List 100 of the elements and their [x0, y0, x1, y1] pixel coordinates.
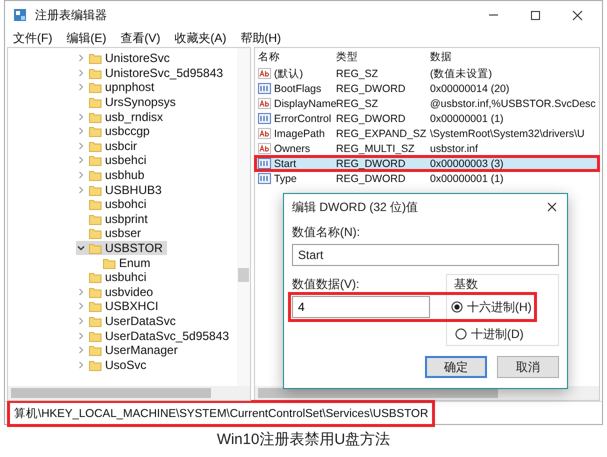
- value-row[interactable]: BootFlags REG_DWORD 0x00000014 (20): [255, 81, 599, 96]
- tree-item[interactable]: UserDataSvc: [76, 314, 180, 328]
- radio-option[interactable]: 十进制(D): [455, 322, 524, 346]
- tree-item[interactable]: UsoSvc: [76, 357, 150, 372]
- value-name: Type: [274, 172, 297, 184]
- tree-item-label: UnistoreSvc_5d95843: [105, 66, 224, 80]
- tree-item-label: usbehci: [105, 153, 146, 168]
- value-name: ErrorControl: [274, 112, 332, 124]
- scroll-thumb[interactable]: [258, 388, 498, 398]
- value-type: REG_SZ: [336, 98, 380, 110]
- window-title: 注册表编辑器: [35, 6, 107, 24]
- value-data: (数值未设置): [430, 66, 493, 80]
- folder-icon: [89, 242, 102, 254]
- tree-item[interactable]: USBHUB3: [76, 182, 166, 197]
- value-name: Owners: [274, 142, 310, 154]
- value-data: 0x00000003 (3): [430, 158, 505, 170]
- column-header[interactable]: 类型: [336, 50, 430, 64]
- folder-icon: [89, 271, 102, 284]
- menu-item[interactable]: 帮助(H): [238, 30, 283, 46]
- tree-item[interactable]: usbser: [76, 226, 146, 241]
- value-name: BootFlags: [274, 82, 322, 94]
- ok-button[interactable]: 确定: [425, 356, 487, 378]
- tree-item-label: UrsSynopsys: [105, 95, 176, 110]
- folder-icon: [89, 286, 102, 298]
- tree-item-label: UserManager: [105, 343, 178, 358]
- tree-item[interactable]: USBSTOR: [76, 240, 167, 256]
- value-row[interactable]: ErrorControl REG_DWORD 0x00000001 (1): [255, 111, 599, 126]
- tree-item-label: usbuhci: [105, 270, 146, 284]
- value-type: REG_DWORD: [336, 82, 406, 94]
- tree-item[interactable]: usbvideo: [76, 284, 158, 300]
- folder-icon: [89, 52, 102, 64]
- vertical-scrollbar[interactable]: [237, 48, 250, 386]
- horizontal-scrollbar[interactable]: [8, 386, 250, 400]
- close-icon: [572, 10, 582, 20]
- close-button[interactable]: [545, 200, 559, 214]
- tree-item[interactable]: usbccgp: [76, 124, 154, 139]
- menu-item[interactable]: 编辑(E): [64, 30, 108, 46]
- folder-icon: [89, 81, 102, 94]
- registry-app-icon: [13, 8, 27, 22]
- value-name: (默认): [274, 66, 303, 80]
- tree-item[interactable]: usbprint: [76, 212, 152, 226]
- value-row[interactable]: Owners REG_MULTI_SZ usbstor.inf: [255, 141, 599, 156]
- status-path: 算机\HKEY_LOCAL_MACHINE\SYSTEM\CurrentControlSet\Services\USBSTOR: [7, 400, 436, 426]
- tree-item[interactable]: UserDataSvc_5d95843: [76, 328, 234, 343]
- folder-icon: [89, 198, 102, 210]
- folder-icon: [89, 358, 102, 371]
- tree-item-label: UsoSvc: [105, 358, 146, 372]
- folder-icon: [89, 66, 102, 79]
- tree-item-label: USBXHCI: [105, 299, 158, 314]
- field-label: 数值名称(N):: [292, 224, 361, 241]
- caption: Win10注册表禁用U盘方法: [216, 430, 392, 449]
- value-row[interactable]: DisplayNameREG_SZ @usbstor.inf,%USBSTOR.SvcDesc: [255, 96, 599, 111]
- tree-item[interactable]: usbuhci: [76, 270, 150, 284]
- tree-item[interactable]: usbehci: [76, 153, 150, 168]
- scroll-thumb[interactable]: [238, 268, 249, 282]
- value-data: 0x00000001 (1): [430, 112, 505, 124]
- tree-item[interactable]: USBXHCI: [76, 299, 162, 314]
- chevron-icon[interactable]: [77, 244, 85, 252]
- folder-icon: [89, 169, 102, 182]
- value-type: REG_DWORD: [336, 112, 406, 124]
- radio-option[interactable]: 十六进制(H): [451, 298, 532, 316]
- value-row[interactable]: Type REG_DWORD 0x00000001 (1): [255, 171, 599, 186]
- column-header[interactable]: 名称: [258, 50, 336, 64]
- folder-icon: [89, 125, 102, 138]
- scroll-thumb[interactable]: [11, 388, 211, 398]
- dialog-title: 编辑 DWORD (32 位)值: [292, 198, 418, 216]
- tree-item[interactable]: usbhub: [76, 168, 148, 182]
- menu-item[interactable]: 收藏夹(A): [172, 30, 228, 46]
- value-row[interactable]: (默认) REG_SZ (数值未设置): [255, 66, 599, 81]
- tree-item[interactable]: upnphost: [76, 80, 158, 95]
- tree-item[interactable]: UrsSynopsys: [76, 94, 180, 110]
- tree-item-label: usbprint: [105, 212, 148, 226]
- value-data: 0x00000001 (1): [430, 172, 505, 184]
- tree-item[interactable]: UnistoreSvc_5d95843: [76, 66, 228, 80]
- value-name-field[interactable]: Start: [292, 244, 559, 266]
- tree-item-label: USBSTOR: [105, 241, 163, 256]
- field-label: 数值数据(V):: [292, 276, 360, 292]
- tree-item[interactable]: usbohci: [76, 196, 150, 212]
- value-data: 0x00000014 (20): [430, 82, 510, 94]
- value-type: REG_DWORD: [336, 158, 406, 170]
- column-header[interactable]: 数据: [430, 50, 599, 64]
- folder-icon: [89, 96, 102, 108]
- menu-item[interactable]: 文件(F): [11, 30, 54, 46]
- tree-item-label: usbccgp: [105, 124, 150, 138]
- tree-item[interactable]: usb_rndisx: [76, 109, 168, 124]
- maximize-icon: [530, 10, 540, 20]
- tree-item[interactable]: UnistoreSvc: [76, 51, 174, 66]
- value-data-field[interactable]: 4: [292, 296, 430, 318]
- value-name: DisplayName: [274, 98, 336, 110]
- tree-item-label: UnistoreSvc: [105, 51, 170, 66]
- tree-item[interactable]: UserManager: [76, 342, 182, 358]
- folder-icon: [89, 212, 102, 225]
- tree-item-label: usbvideo: [105, 284, 154, 299]
- cancel-button[interactable]: 取消: [497, 356, 559, 378]
- value-row[interactable]: ImagePath REG_EXPAND_SZ \SystemRoot\System32\drivers\U: [255, 126, 599, 141]
- tree-item[interactable]: usbcir: [76, 138, 142, 154]
- value-row[interactable]: Start REG_DWORD 0x00000003 (3): [255, 156, 599, 171]
- tree-item[interactable]: Enum: [90, 255, 154, 270]
- menu-item[interactable]: 查看(V): [118, 30, 162, 46]
- value-name: Start: [274, 158, 296, 170]
